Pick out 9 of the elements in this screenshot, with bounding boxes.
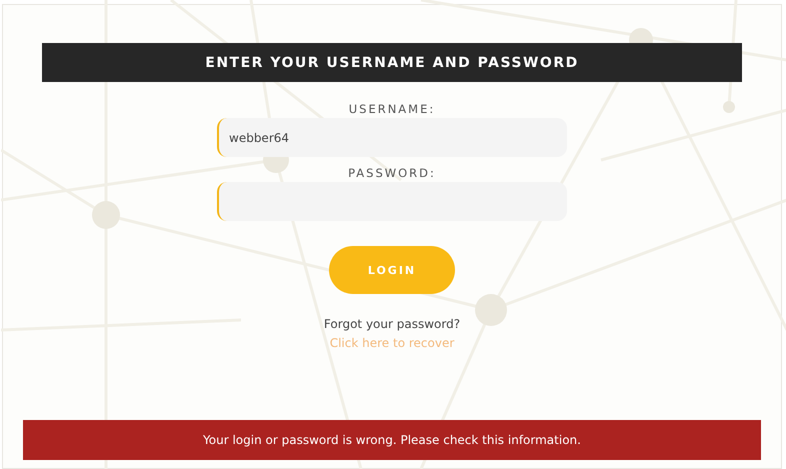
field-label: PASSWORD: (348, 165, 436, 182)
recover-link[interactable]: Click here to recover (330, 336, 454, 350)
input-field[interactable] (217, 182, 567, 221)
field-label: USERNAME: (348, 101, 436, 118)
form-heading: ENTER YOUR USERNAME AND PASSWORD (42, 43, 742, 82)
forgot-password-text: Forgot your password? (324, 317, 460, 331)
login-button[interactable]: LOGIN (329, 246, 455, 294)
error-message: Your login or password is wrong. Please check this information. (23, 420, 761, 460)
input-field[interactable]: webber64 (217, 118, 567, 157)
